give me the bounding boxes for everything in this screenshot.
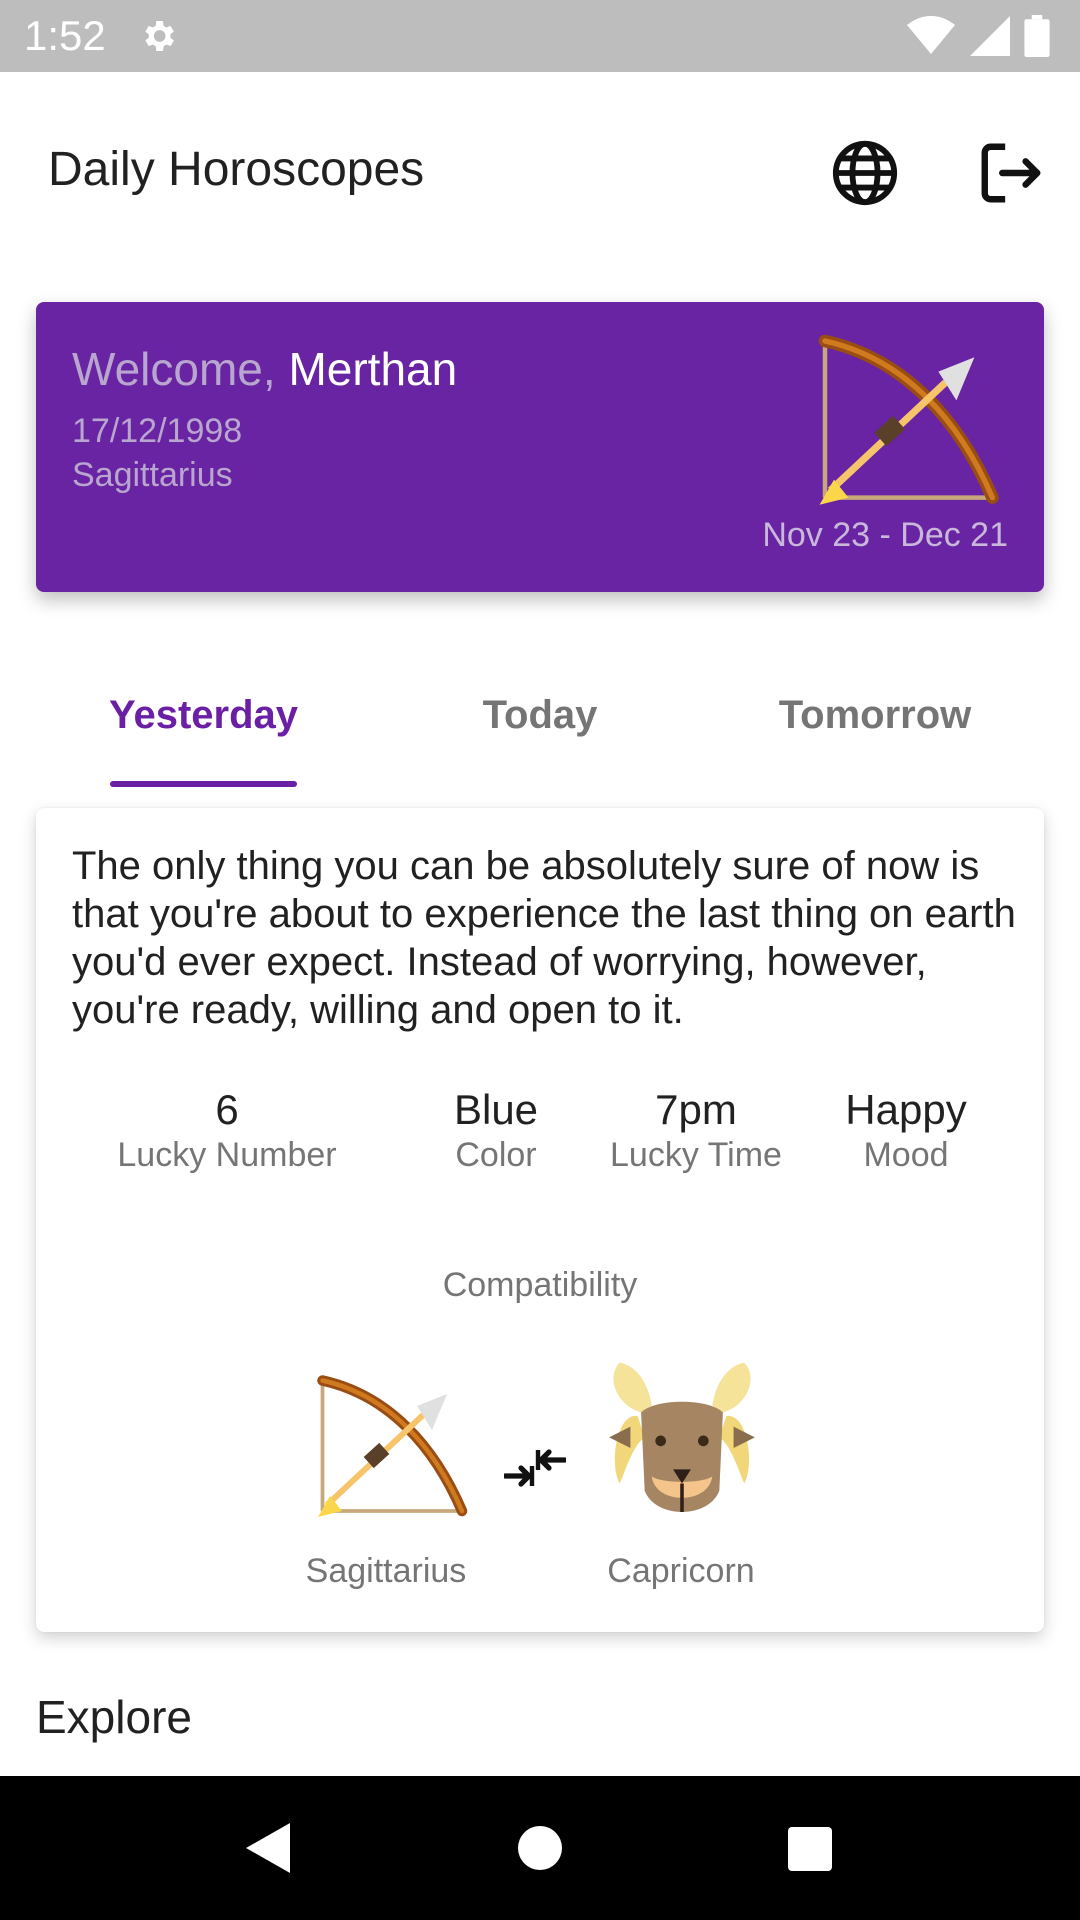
tab-yesterday[interactable]: Yesterday xyxy=(70,640,337,790)
stat-label: Lucky Time xyxy=(610,1136,782,1174)
active-tab-indicator xyxy=(110,781,297,787)
compare-arrows-icon xyxy=(504,1449,566,1487)
logout-icon[interactable] xyxy=(976,138,1046,208)
compatibility-sign-a: Sagittarius xyxy=(305,1552,467,1590)
stat-mood: Happy Mood xyxy=(836,1086,976,1176)
capricorn-ram-icon xyxy=(609,1362,755,1512)
recents-icon[interactable] xyxy=(788,1827,832,1871)
tab-tomorrow[interactable]: Tomorrow xyxy=(740,640,1010,790)
welcome-card[interactable]: Welcome, Merthan 17/12/1998 Sagittarius … xyxy=(36,302,1044,592)
stat-value: 6 xyxy=(215,1086,239,1133)
user-name: Merthan xyxy=(288,343,458,395)
lucky-stats: 6 Lucky Number Blue Color 7pm Lucky Time… xyxy=(36,1086,1044,1186)
birth-date: 17/12/1998 xyxy=(72,412,243,450)
wifi-icon xyxy=(907,16,955,54)
app-bar: Daily Horoscopes xyxy=(0,72,1080,268)
stat-lucky-time: 7pm Lucky Time xyxy=(576,1086,816,1176)
status-time: 1:52 xyxy=(24,12,106,59)
stat-color: Blue Color xyxy=(396,1086,596,1176)
stat-lucky-number: 6 Lucky Number xyxy=(102,1086,352,1176)
compatibility-title: Compatibility xyxy=(442,1266,638,1304)
stat-value: 7pm xyxy=(655,1086,737,1133)
signal-icon xyxy=(970,16,1010,56)
page-title: Daily Horoscopes xyxy=(48,143,425,196)
stat-value: Blue xyxy=(453,1086,539,1133)
horoscope-card: The only thing you can be absolutely sur… xyxy=(36,808,1044,1632)
globe-icon[interactable] xyxy=(830,138,900,208)
date-range: Nov 23 - Dec 21 xyxy=(762,516,1008,554)
status-bar: 1:52 xyxy=(0,0,1080,72)
sagittarius-bow-icon xyxy=(818,334,999,505)
stat-label: Color xyxy=(455,1136,537,1174)
tab-today[interactable]: Today xyxy=(400,640,680,790)
gear-icon xyxy=(145,21,174,51)
stat-label: Mood xyxy=(863,1136,949,1174)
stat-value: Happy xyxy=(845,1086,967,1133)
horoscope-text: The only thing you can be absolutely sur… xyxy=(72,844,1016,1032)
welcome-greeting: Welcome, Merthan xyxy=(72,342,457,396)
zodiac-sign: Sagittarius xyxy=(72,456,233,494)
welcome-prefix: Welcome, xyxy=(72,343,276,395)
stat-label: Lucky Number xyxy=(117,1136,337,1174)
compatibility-sign-b: Capricorn xyxy=(607,1552,755,1590)
day-tabs: Yesterday Today Tomorrow xyxy=(0,640,1080,790)
battery-icon xyxy=(1024,15,1050,57)
explore-heading: Explore xyxy=(36,1691,192,1743)
home-icon[interactable] xyxy=(518,1826,562,1870)
sagittarius-bow-icon xyxy=(317,1375,468,1517)
back-icon[interactable] xyxy=(246,1823,290,1873)
